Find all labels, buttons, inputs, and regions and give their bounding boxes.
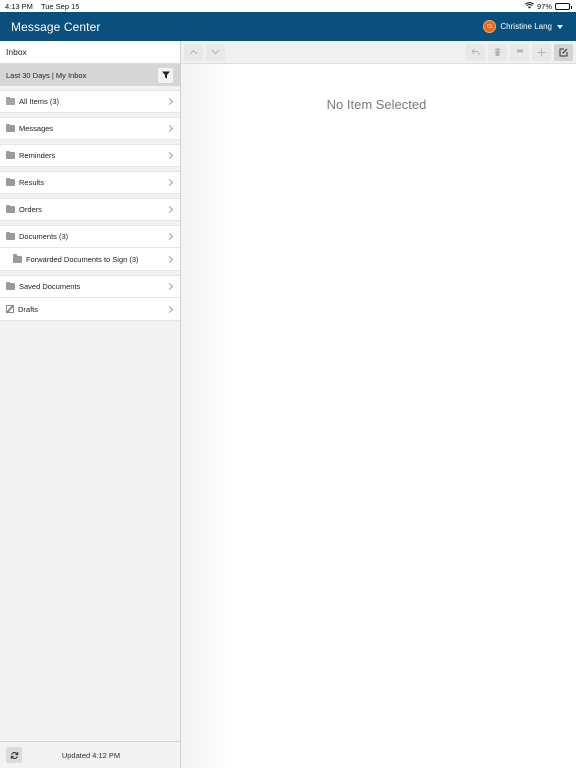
updated-timestamp: Updated 4:12 PM [61, 750, 121, 760]
filter-bar: Last 30 Days | My Inbox [0, 64, 180, 86]
folder-label: Orders [19, 205, 42, 214]
folder-item-results[interactable]: Results [0, 171, 180, 194]
folder-icon [6, 177, 15, 186]
folder-icon [13, 254, 22, 263]
new-message-button[interactable] [532, 43, 551, 61]
folder-icon [6, 281, 15, 290]
folder-icon [6, 204, 15, 213]
filter-label: Last 30 Days | My Inbox [6, 70, 87, 80]
compose-icon [559, 48, 568, 56]
battery-percent: 97% [536, 1, 552, 11]
navigation-group [184, 43, 225, 61]
compose-button[interactable] [554, 43, 573, 61]
reply-icon [471, 48, 480, 55]
toolbar [181, 41, 576, 64]
sidebar-title: Inbox [0, 41, 180, 64]
reply-button[interactable] [466, 43, 485, 61]
filter-icon [161, 71, 170, 79]
folder-item-saved-documents[interactable]: Saved Documents [0, 275, 180, 298]
detail-pane-shadow [181, 64, 236, 768]
refresh-button[interactable] [6, 747, 22, 763]
folder-item-drafts[interactable]: Drafts [0, 298, 180, 321]
sidebar: Inbox Last 30 Days | My Inbox All Items … [0, 41, 181, 768]
chevron-right-icon [165, 255, 174, 263]
folder-item-reminders[interactable]: Reminders [0, 144, 180, 167]
chevron-right-icon [165, 151, 174, 160]
chevron-up-icon [189, 49, 198, 55]
status-time: 4:13 PM [5, 1, 33, 11]
user-menu[interactable]: CL Christine Lang [483, 20, 563, 33]
flag-button[interactable] [510, 43, 529, 61]
user-name: Christine Lang [500, 22, 552, 31]
folder-open-icon [6, 96, 15, 105]
chevron-right-icon [165, 97, 174, 106]
chevron-right-icon [165, 305, 174, 313]
filter-button[interactable] [158, 67, 173, 83]
refresh-icon [10, 751, 18, 759]
folder-icon [6, 150, 15, 159]
folder-item-forwarded-documents[interactable]: Forwarded Documents to Sign (3) [0, 248, 180, 271]
caret-down-icon [557, 24, 563, 29]
folder-label: Messages [19, 124, 54, 133]
status-bar: 4:13 PM Tue Sep 15 97% [0, 0, 576, 12]
chevron-right-icon [165, 232, 174, 241]
folder-item-orders[interactable]: Orders [0, 198, 180, 221]
folder-icon [6, 123, 15, 132]
wifi-icon [525, 1, 534, 11]
chevron-right-icon [165, 178, 174, 187]
folder-label: Results [19, 178, 45, 187]
folder-label: All Items (3) [19, 97, 60, 106]
status-right: 97% [525, 1, 572, 11]
plus-icon [537, 48, 546, 56]
folder-item-messages[interactable]: Messages [0, 117, 180, 140]
chevron-right-icon [165, 282, 174, 291]
battery-icon [555, 2, 572, 10]
folder-icon [6, 231, 15, 240]
folder-label: Documents (3) [19, 232, 69, 241]
app-title: Message Center [11, 19, 101, 34]
folder-list: All Items (3) Messages Reminders Results… [0, 90, 180, 321]
status-left: 4:13 PM Tue Sep 15 [5, 2, 79, 11]
folder-label: Saved Documents [19, 282, 81, 291]
delete-button[interactable] [488, 43, 507, 61]
next-item-button[interactable] [206, 43, 225, 61]
flag-icon [516, 49, 523, 53]
folder-item-all-items[interactable]: All Items (3) [0, 90, 180, 113]
trash-icon [494, 48, 501, 56]
action-group [466, 43, 573, 61]
folder-item-documents[interactable]: Documents (3) [0, 225, 180, 248]
main-pane: No Item Selected [181, 41, 576, 768]
folder-label: Reminders [19, 151, 56, 160]
status-date: Tue Sep 15 [40, 1, 80, 11]
empty-state-message: No Item Selected [326, 97, 427, 112]
sidebar-footer: Updated 4:12 PM [0, 741, 180, 768]
avatar: CL [483, 20, 497, 33]
chevron-right-icon [165, 124, 174, 133]
previous-item-button[interactable] [184, 43, 203, 61]
app-header: Message Center CL Christine Lang [0, 12, 576, 41]
folder-label: Forwarded Documents to Sign (3) [26, 254, 139, 264]
chevron-down-icon [211, 49, 220, 55]
folder-label: Drafts [18, 304, 39, 314]
draft-icon [6, 305, 14, 313]
chevron-right-icon [165, 205, 174, 214]
